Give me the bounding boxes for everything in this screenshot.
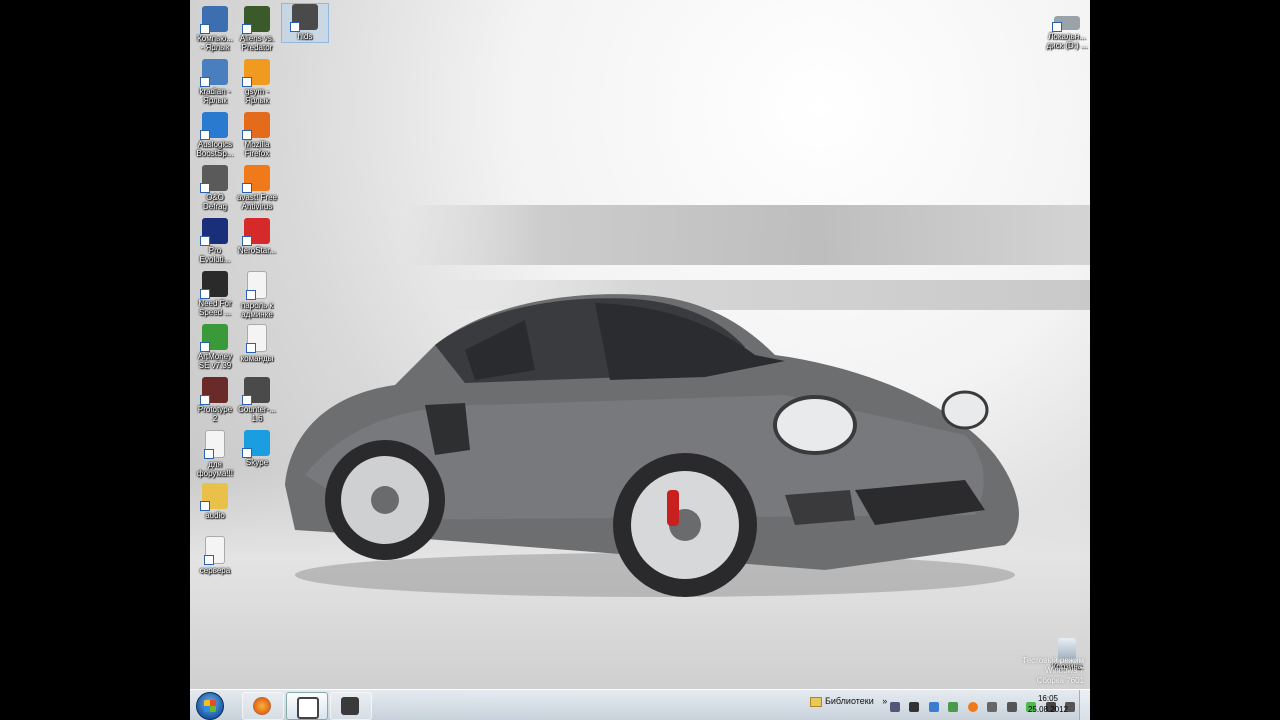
desktop-icon[interactable]: Компью... - Ярлык [192, 6, 238, 52]
desktop-icon[interactable]: gsym - Ярлык [234, 59, 280, 105]
desktop-icon-label: O&O Defrag [202, 193, 227, 211]
desktop-icon-label: Skype [245, 458, 269, 467]
desktop-icon-label: Prototype 2 [197, 405, 233, 423]
desktop-icon[interactable]: avast! Free Antivirus [234, 165, 280, 211]
desktop-icon-label: Mozilla Firefox [244, 140, 270, 158]
desktop-icon-label: gsym - Ярлык [245, 87, 269, 105]
tray-app-icon[interactable] [890, 702, 900, 712]
desktop-icon-label: audio [205, 511, 225, 520]
desktop-icon[interactable]: Need For Speed ... [192, 271, 238, 317]
shield-icon[interactable] [948, 702, 959, 712]
folder-icon [810, 696, 822, 707]
desktop-icon[interactable]: audio [192, 483, 238, 520]
firefox-icon [253, 697, 271, 715]
text-file-icon [246, 271, 267, 300]
desktop-icon-label: пароль к админке [240, 301, 274, 319]
computer-icon [200, 6, 228, 34]
sound-icon[interactable] [1006, 702, 1017, 712]
desktop-icon[interactable]: O&O Defrag [192, 165, 238, 211]
libraries-toolbar[interactable]: Библиотеки » [810, 696, 887, 707]
text-file-icon [204, 536, 225, 565]
libraries-label: Библиотеки [825, 696, 874, 706]
gsym-icon [242, 59, 270, 87]
taskbar-cs-button[interactable] [330, 692, 372, 720]
desktop-icon[interactable]: Prototype 2 [192, 377, 238, 423]
taskbar-firefox-button[interactable] [242, 692, 284, 720]
nfs-icon [200, 271, 228, 299]
nero-icon [242, 218, 270, 246]
prototype-icon [200, 377, 228, 405]
text-file-icon [204, 430, 225, 459]
desktop-icon-label: ArtMoney SE v7.39 [197, 352, 233, 370]
window-icon [297, 697, 319, 719]
taskbar: Библиотеки » 16:05 25.08.2012 [190, 689, 1090, 720]
taskbar-window-button[interactable] [286, 692, 328, 720]
desktop-icon-label: avast! Free Antivirus [236, 193, 277, 211]
show-desktop-button[interactable] [1079, 690, 1090, 720]
desktop-icon-local-drive[interactable]: Локальн... диск (D:) ... [1044, 12, 1090, 50]
clock-time: 16:05 [1037, 694, 1058, 703]
desktop-icon[interactable]: пароль к админке [234, 271, 280, 319]
avast-icon [242, 165, 270, 193]
artmoney-icon [200, 324, 228, 352]
desktop-icon[interactable]: ArtMoney SE v7.39 [192, 324, 238, 370]
desktop-icon-label: для форума!!! [197, 460, 233, 478]
desktop-icon[interactable]: NeroStar... [234, 218, 280, 255]
flag-icon[interactable] [909, 702, 920, 712]
desktop-icon-label: NeroStar... [237, 246, 277, 255]
clock-date: 25.08.2012 [1027, 705, 1068, 714]
desktop-icon-label: сервера [199, 566, 231, 575]
pes-icon [200, 218, 228, 246]
game-icon [242, 6, 270, 34]
cs-icon [290, 4, 318, 32]
desktop-icon-label: Aliens vs. Predator [239, 34, 275, 52]
windows-logo-icon [204, 700, 216, 712]
desktop: Компью... - Ярлык kradian - Ярлык Auslogic… [190, 0, 1090, 720]
desktop-icon-label: Need For Speed ... [198, 299, 232, 317]
skype-icon [242, 430, 270, 458]
start-button[interactable] [196, 692, 224, 720]
wallpaper-car [285, 294, 1019, 597]
desktop-icon-hlds[interactable]: hlds [281, 3, 329, 43]
desktop-icon[interactable]: Skype [234, 430, 280, 467]
desktop-icon[interactable]: kradian - Ярлык [192, 59, 238, 105]
speaker-icon[interactable] [987, 702, 998, 712]
watermark-line: Сборка 7601 [1036, 676, 1084, 685]
desktop-icon-label: Counter-... 1.6 [238, 405, 276, 423]
firefox-icon [242, 112, 270, 140]
avast-icon[interactable] [967, 702, 978, 712]
desktop-icon-label: kradian - Ярлык [199, 87, 231, 105]
desktop-icon-label: Локальн... диск (D:) ... [1046, 32, 1088, 50]
desktop-icon[interactable]: сервера [192, 536, 238, 575]
desktop-icon[interactable]: команды [234, 324, 280, 363]
desktop-icon-label: Компью... - Ярлык [197, 34, 233, 52]
boost-icon [200, 112, 228, 140]
toolbar-chevron[interactable]: » [882, 696, 887, 706]
text-file-icon [246, 324, 267, 353]
watermark-line: Тестовый режим [1022, 656, 1084, 665]
desktop-icon[interactable]: Mozilla Firefox [234, 112, 280, 158]
network-icon[interactable] [928, 702, 939, 712]
defrag-icon [200, 165, 228, 193]
test-mode-watermark: Тестовый режим Windows 7 Сборка 7601 [1022, 656, 1084, 686]
desktop-icon[interactable]: Aliens vs. Predator [234, 6, 280, 52]
network-icon [200, 59, 228, 87]
desktop-icon-label: команды [240, 354, 274, 363]
clock[interactable]: 16:05 25.08.2012 [1028, 693, 1068, 715]
background-streak [405, 205, 1090, 265]
desktop-icon-label: Auslogics BoostSp... [196, 140, 234, 158]
folder-icon [200, 483, 228, 511]
desktop-icon[interactable]: Pro Evoluti... [192, 218, 238, 264]
cs-icon [242, 377, 270, 405]
desktop-icon[interactable]: Auslogics BoostSp... [192, 112, 238, 158]
drive-icon [1052, 16, 1080, 32]
cs-icon [341, 697, 359, 715]
desktop-icon[interactable]: Counter-... 1.6 [234, 377, 280, 423]
watermark-line: Windows 7 [1044, 666, 1084, 675]
desktop-icon-label: Pro Evoluti... [199, 246, 231, 264]
desktop-icon-label: hlds [297, 32, 313, 41]
desktop-icon[interactable]: для форума!!! [192, 430, 238, 478]
